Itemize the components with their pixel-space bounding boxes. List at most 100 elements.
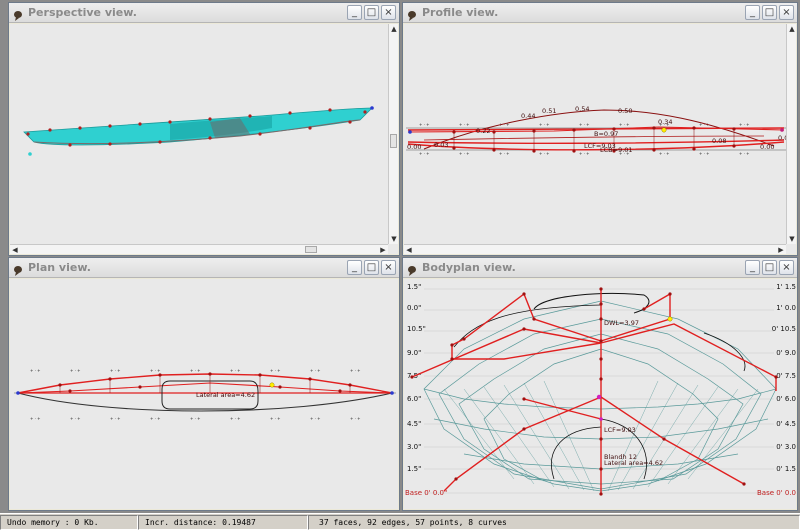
svg-text:LCF=9.03: LCF=9.03 bbox=[604, 426, 636, 434]
svg-text:+ · +: + · + bbox=[619, 122, 630, 127]
svg-text:+ · +: + · + bbox=[739, 122, 750, 127]
scroll-down-icon[interactable]: ▼ bbox=[787, 234, 796, 244]
svg-text:+ · +: + · + bbox=[579, 122, 590, 127]
svg-text:+ · +: + · + bbox=[459, 151, 470, 156]
scroll-right-icon[interactable]: ▶ bbox=[776, 245, 786, 254]
balloon-icon bbox=[406, 262, 418, 276]
perspective-hull-drawing bbox=[23, 106, 374, 156]
horizontal-scrollbar[interactable]: ◀ ▶ bbox=[10, 244, 388, 254]
svg-text:+ · +: + · + bbox=[70, 368, 81, 373]
minimize-icon: _ bbox=[352, 261, 357, 273]
plan-window[interactable]: Plan view. _ □ × + · + + · + + · + + · + + ·… bbox=[8, 257, 400, 511]
svg-text:+ · +: + · + bbox=[579, 151, 590, 156]
profile-titlebar[interactable]: Profile view. _ □ × bbox=[403, 3, 797, 23]
svg-text:0' 6.0: 0' 6.0 bbox=[776, 395, 796, 403]
maximize-button[interactable]: □ bbox=[364, 5, 379, 20]
svg-text:+ · +: + · + bbox=[699, 151, 710, 156]
maximize-icon: □ bbox=[366, 6, 377, 18]
close-icon: × bbox=[384, 261, 393, 273]
svg-text:6.0": 6.0" bbox=[407, 395, 421, 403]
svg-text:+ · +: + · + bbox=[230, 368, 241, 373]
svg-text:9.0": 9.0" bbox=[407, 349, 421, 357]
plan-viewport[interactable]: + · + + · + + · + + · + + · + + · + + · + + · +… bbox=[10, 279, 398, 509]
maximize-icon: □ bbox=[764, 6, 775, 18]
scroll-left-icon[interactable]: ◀ bbox=[10, 245, 20, 254]
svg-text:0' 3.0: 0' 3.0 bbox=[776, 443, 796, 451]
scroll-thumb[interactable] bbox=[390, 134, 397, 148]
svg-text:0.34: 0.34 bbox=[658, 118, 672, 126]
svg-text:0.03: 0.03 bbox=[434, 141, 448, 149]
bodyplan-titlebar[interactable]: Bodyplan view. _ □ × bbox=[403, 258, 797, 278]
close-button[interactable]: × bbox=[779, 5, 794, 20]
svg-text:+ · +: + · + bbox=[190, 416, 201, 421]
svg-text:0.44: 0.44 bbox=[521, 112, 535, 120]
close-icon: × bbox=[384, 6, 393, 18]
balloon-icon bbox=[12, 7, 24, 21]
profile-window[interactable]: Profile view. _ □ × + · + + · + + · + + · +… bbox=[402, 2, 798, 256]
close-button[interactable]: × bbox=[779, 260, 794, 275]
bodyplan-viewport[interactable]: 1.5" 0.0" 10.5" 9.0" 7.5" 6.0" 4.5" 3.0"… bbox=[404, 279, 796, 509]
svg-text:0' 10.5: 0' 10.5 bbox=[772, 325, 796, 333]
svg-text:0.08: 0.08 bbox=[712, 137, 726, 145]
svg-text:+ · +: + · + bbox=[739, 151, 750, 156]
perspective-titlebar[interactable]: Perspective view. _ □ × bbox=[9, 3, 399, 23]
svg-text:+ · +: + · + bbox=[539, 151, 550, 156]
bodyplan-window[interactable]: Bodyplan view. _ □ × 1.5" 0.0" 10.5" 9.0… bbox=[402, 257, 798, 511]
minimize-button[interactable]: _ bbox=[347, 5, 362, 20]
scroll-up-icon[interactable]: ▲ bbox=[787, 24, 796, 34]
profile-viewport[interactable]: + · + + · + + · + + · + + · + + · + + · + + · +… bbox=[404, 24, 796, 254]
vertical-scrollbar[interactable]: ▲ ▼ bbox=[786, 24, 796, 244]
scroll-up-icon[interactable]: ▲ bbox=[389, 24, 398, 34]
svg-text:0.54: 0.54 bbox=[575, 105, 589, 113]
svg-text:+ · +: + · + bbox=[230, 416, 241, 421]
scroll-thumb[interactable] bbox=[305, 246, 317, 253]
svg-text:+ · +: + · + bbox=[30, 368, 41, 373]
status-bar: Undo memory : 0 Kb. Incr. distance: 0.19… bbox=[0, 513, 800, 530]
coaming-curve bbox=[453, 304, 602, 348]
svg-text:0.22: 0.22 bbox=[476, 127, 490, 135]
close-button[interactable]: × bbox=[381, 260, 396, 275]
svg-text:10.5": 10.5" bbox=[407, 325, 426, 333]
perspective-window[interactable]: Perspective view. _ □ × ▲ ▼ ◀ ▶ bbox=[8, 2, 400, 256]
minimize-button[interactable]: _ bbox=[347, 260, 362, 275]
svg-text:+ · +: + · + bbox=[70, 416, 81, 421]
svg-text:+ · +: + · + bbox=[419, 122, 430, 127]
svg-text:1' 1.5: 1' 1.5 bbox=[776, 283, 796, 291]
svg-text:+ · +: + · + bbox=[110, 368, 121, 373]
section-inner-left bbox=[551, 426, 602, 480]
svg-text:+ · +: + · + bbox=[270, 416, 281, 421]
svg-text:0.00: 0.00 bbox=[760, 143, 774, 151]
bodyplan-control-points bbox=[410, 287, 778, 496]
window-title: Plan view. bbox=[28, 261, 91, 274]
scroll-down-icon[interactable]: ▼ bbox=[389, 234, 398, 244]
horizontal-scrollbar[interactable]: ◀ ▶ bbox=[404, 244, 786, 254]
window-title: Perspective view. bbox=[28, 6, 137, 19]
svg-text:+ · +: + · + bbox=[310, 368, 321, 373]
vertical-scrollbar[interactable]: ▲ ▼ bbox=[388, 24, 398, 244]
svg-text:+ · +: + · + bbox=[499, 151, 510, 156]
svg-text:+ · +: + · + bbox=[190, 368, 201, 373]
svg-text:4.5": 4.5" bbox=[407, 420, 421, 428]
maximize-button[interactable]: □ bbox=[762, 260, 777, 275]
perspective-viewport[interactable]: ▲ ▼ ◀ ▶ bbox=[10, 24, 398, 254]
hull-design-app: Perspective view. _ □ × ▲ ▼ ◀ ▶ Profile … bbox=[0, 0, 800, 530]
svg-text:DWL=3.97: DWL=3.97 bbox=[604, 319, 639, 327]
minimize-icon: _ bbox=[750, 261, 755, 273]
svg-text:+ · +: + · + bbox=[459, 122, 470, 127]
minimize-button[interactable]: _ bbox=[745, 5, 760, 20]
maximize-button[interactable]: □ bbox=[364, 260, 379, 275]
maximize-button[interactable]: □ bbox=[762, 5, 777, 20]
window-title: Bodyplan view. bbox=[422, 261, 516, 274]
close-button[interactable]: × bbox=[381, 5, 396, 20]
scroll-left-icon[interactable]: ◀ bbox=[404, 245, 414, 254]
minimize-button[interactable]: _ bbox=[745, 260, 760, 275]
svg-text:+ · +: + · + bbox=[419, 151, 430, 156]
svg-text:0.0": 0.0" bbox=[407, 304, 421, 312]
svg-text:+ · +: + · + bbox=[350, 416, 361, 421]
svg-text:1' 0.0: 1' 0.0 bbox=[776, 304, 796, 312]
incr-distance-status: Incr. distance: 0.19487 bbox=[138, 515, 308, 530]
plan-titlebar[interactable]: Plan view. _ □ × bbox=[9, 258, 399, 278]
svg-text:+ · +: + · + bbox=[150, 368, 161, 373]
scroll-right-icon[interactable]: ▶ bbox=[378, 245, 388, 254]
svg-text:LCB=9.01: LCB=9.01 bbox=[600, 146, 633, 154]
